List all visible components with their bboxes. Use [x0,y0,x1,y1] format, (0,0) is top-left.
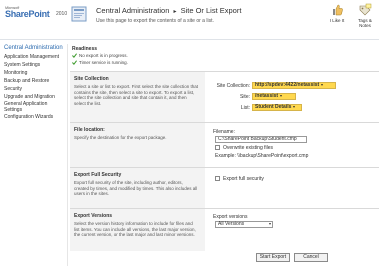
tags-notes-button[interactable]: Tags & Notes [352,3,378,28]
site-collection-title: Site Collection [74,76,109,82]
sidebar-item-security[interactable]: Security [0,85,67,93]
chevron-down-icon [280,94,283,97]
like-it-button[interactable]: I Like It [325,3,349,23]
sidebar-item-general-application-settings[interactable]: General Application Settings [0,101,67,113]
logo-sharepoint: SharePoint [5,9,50,19]
site-collection-description: Select a site or list to export. First s… [74,84,199,106]
breadcrumb: Central Administration ▸ Site Or List Ex… [96,6,241,15]
sidebar-item-central-administration[interactable]: Central Administration [0,44,67,53]
full-security-title: Export Full Security [74,172,122,178]
sidebar-item-application-management[interactable]: Application Management [0,53,67,61]
site-collection-selector[interactable]: http://spdev:4422/netassist [252,82,336,89]
page-description: Use this page to export the contents of … [96,18,214,24]
site-collection-section: Site Collection Select a site or list to… [70,71,379,123]
filename-label: Filename: [213,129,235,135]
quick-launch: Central Administration Application Manag… [0,44,68,266]
tag-icon [359,3,372,16]
site-label: Site: [239,94,250,100]
logo-year: 2010 [56,11,68,17]
file-location-description: Specify the destination for the export p… [74,135,167,140]
readiness-text: No export is in progress. [79,53,128,58]
versions-title: Export Versions [74,213,113,219]
page-title: Site Or List Export [180,6,242,15]
full-security-description: Export full security of the site, includ… [74,180,198,196]
start-export-button[interactable]: Start Export [256,253,290,262]
versions-label: Export versions [213,214,248,220]
chevron-down-icon [293,105,296,108]
chevron-down-icon [321,83,324,86]
full-security-section: Export Full Security Export full securit… [70,167,379,209]
main-content: Readiness No export is in progress. Time… [70,44,379,266]
thumbs-up-icon [333,4,343,16]
versions-select[interactable]: All Versions [215,221,273,228]
filename-input[interactable]: C:\SharePoint Backup\Student.cmp [215,136,307,143]
sidebar-item-upgrade-and-migration[interactable]: Upgrade and Migration [0,93,67,101]
cancel-button[interactable]: Cancel [294,253,328,262]
breadcrumb-separator: ▸ [173,9,177,15]
readiness-text: Timer service is running. [79,60,128,65]
like-it-label: I Like It [329,18,345,23]
sharepoint-logo[interactable]: Microsoft SharePoint 2010 [3,6,67,20]
full-security-checkbox[interactable] [215,176,220,181]
full-security-label: Export full security [223,176,264,182]
sidebar-item-system-settings[interactable]: System Settings [0,61,67,69]
breadcrumb-root-link[interactable]: Central Administration [96,6,169,15]
list-selector[interactable]: Student Details [252,104,302,111]
readiness-title: Readiness [72,46,98,52]
page-icon [70,5,90,25]
checkmark-icon [72,60,77,66]
sidebar-item-configuration-wizards[interactable]: Configuration Wizards [0,113,67,121]
tags-notes-label: Tags & Notes [358,18,372,28]
filename-example: Example: \\backup\SharePoint\export.cmp [215,153,309,159]
readiness-item: Timer service is running. [72,60,128,66]
site-collection-label: Site Collection: [216,83,250,89]
overwrite-label: Overwrite existing files [223,145,274,151]
checkmark-icon [72,53,77,59]
versions-section: Export Versions Select the version histo… [70,208,379,251]
file-location-section: File location: Specify the destination f… [70,122,379,168]
readiness-item: No export is in progress. [72,53,128,59]
file-location-title: File location: [74,127,105,133]
chevron-down-icon [269,223,271,225]
overwrite-checkbox[interactable] [215,145,220,150]
list-label: List: [240,105,250,111]
sidebar-item-monitoring[interactable]: Monitoring [0,69,67,77]
site-selector[interactable]: /netassist [252,93,296,100]
versions-description: Select the version history information t… [74,221,196,237]
sidebar-item-backup-and-restore[interactable]: Backup and Restore [0,77,67,85]
ribbon-header: Microsoft SharePoint 2010 Central Admini… [0,0,379,40]
